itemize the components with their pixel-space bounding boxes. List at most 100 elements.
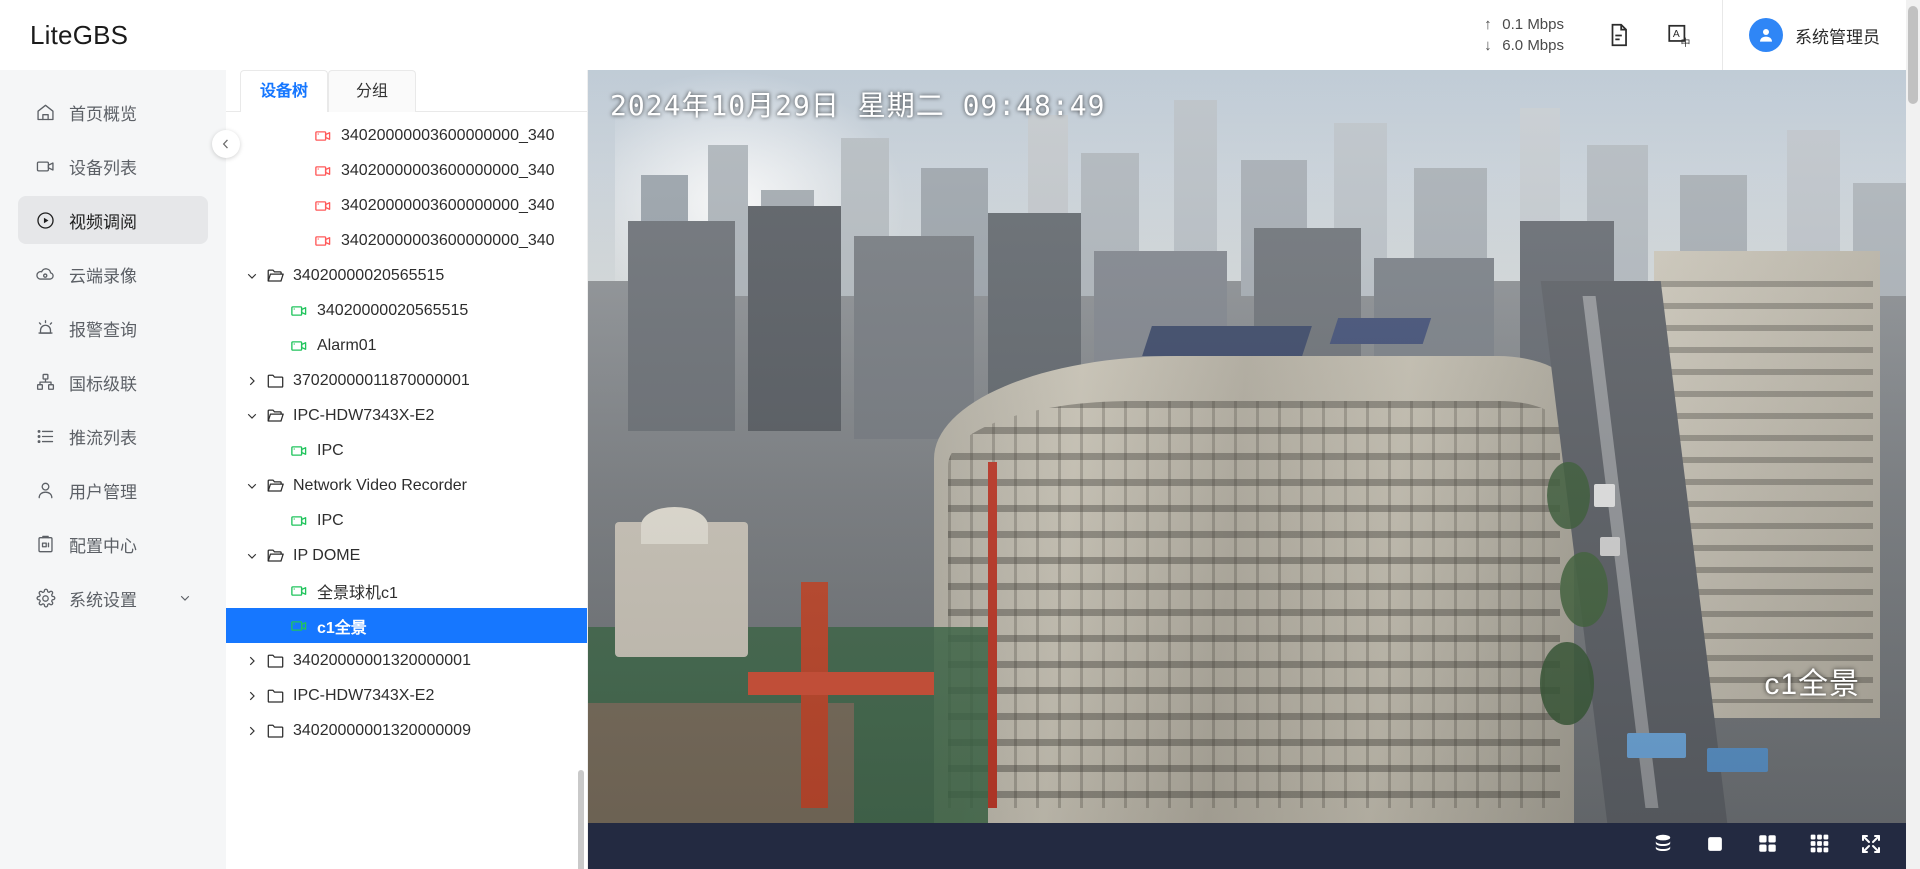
home-icon: [34, 101, 56, 123]
city-aerial-scene: [588, 70, 1920, 823]
user-menu[interactable]: 系统管理员: [1749, 18, 1920, 52]
camera-online-icon: [288, 512, 310, 530]
tree-node-1[interactable]: 34020000003600000000_340: [226, 153, 587, 188]
download-arrow-icon: ↓: [1484, 37, 1492, 54]
sidebar-collapse-toggle[interactable]: [212, 130, 240, 158]
fullscreen-icon: [1859, 832, 1883, 861]
application-root: LiteGBS ↑ 0.1 Mbps ↓ 6.0 Mbps A 中 系统管理员 …: [0, 0, 1920, 869]
tree-node-5[interactable]: 34020000020565515: [226, 293, 587, 328]
tree-node-2[interactable]: 34020000003600000000_340: [226, 188, 587, 223]
tree-expander-icon[interactable]: [240, 374, 264, 388]
upload-arrow-icon: ↑: [1484, 16, 1492, 33]
layout-2x2-button[interactable]: [1744, 823, 1790, 869]
folder-open-icon: [264, 546, 286, 565]
sidebar-item-label: 用户管理: [69, 482, 137, 502]
sidebar-item-8[interactable]: 配置中心: [18, 520, 208, 568]
sidebar-item-7[interactable]: 用户管理: [18, 466, 208, 514]
tree-expander-icon[interactable]: [240, 654, 264, 668]
tab-1[interactable]: 分组: [328, 70, 416, 112]
tree-scrollbar[interactable]: [578, 770, 584, 869]
chevron-down-icon[interactable]: [178, 591, 192, 605]
main-sidebar: 首页概览设备列表视频调阅云端录像报警查询国标级联推流列表用户管理配置中心系统设置: [0, 70, 240, 869]
tree-expander-icon[interactable]: [240, 479, 264, 493]
tree-expander-icon[interactable]: [240, 269, 264, 283]
sidebar-item-label: 推流列表: [69, 428, 137, 448]
cascade-icon: [34, 371, 56, 393]
tree-node-9[interactable]: IPC: [226, 433, 587, 468]
single-view-icon: [1704, 833, 1726, 860]
alarm-icon: [34, 317, 56, 339]
video-player-frame[interactable]: 2024年10月29日 星期二 09:48:49 c1全景: [588, 70, 1920, 869]
tree-expander-icon[interactable]: [240, 409, 264, 423]
sidebar-item-label: 系统设置: [69, 590, 137, 610]
tree-expander-icon[interactable]: [240, 724, 264, 738]
grid-3x3-icon: [1808, 832, 1831, 860]
layout-1x1-button[interactable]: [1692, 823, 1738, 869]
sidebar-item-0[interactable]: 首页概览: [18, 88, 208, 136]
tree-node-12[interactable]: IP DOME: [226, 538, 587, 573]
download-rate-value: 6.0 Mbps: [1502, 37, 1564, 54]
device-tree[interactable]: 34020000003600000000_340 3402000000360000…: [226, 112, 587, 869]
sidebar-item-6[interactable]: 推流列表: [18, 412, 208, 460]
tree-expander-icon[interactable]: [240, 549, 264, 563]
tree-node-8[interactable]: IPC-HDW7343X-E2: [226, 398, 587, 433]
document-icon[interactable]: [1602, 18, 1636, 52]
tree-node-0[interactable]: 34020000003600000000_340: [226, 118, 587, 153]
folder-icon: [264, 651, 286, 670]
camera-online-icon: [288, 337, 310, 355]
sidebar-item-label: 云端录像: [69, 266, 137, 286]
tree-node-label: IPC-HDW7343X-E2: [293, 406, 435, 424]
tree-node-label: 34020000003600000000_340: [341, 196, 555, 214]
tree-node-label: Network Video Recorder: [293, 476, 468, 494]
sidebar-item-label: 国标级联: [69, 374, 137, 394]
sidebar-item-label: 配置中心: [69, 536, 137, 556]
tree-node-label: IPC: [317, 441, 344, 459]
layout-3x3-button[interactable]: [1796, 823, 1842, 869]
tree-node-11[interactable]: IPC: [226, 503, 587, 538]
tree-node-4[interactable]: 34020000020565515: [226, 258, 587, 293]
camera-offline-icon: [312, 232, 334, 250]
tree-node-label: IPC-HDW7343X-E2: [293, 686, 435, 704]
stream-layers-button[interactable]: [1640, 823, 1686, 869]
upload-rate-value: 0.1 Mbps: [1502, 16, 1564, 33]
stack-layers-icon: [1651, 832, 1675, 861]
tab-label: 分组: [355, 83, 388, 100]
tab-label: 设备树: [259, 83, 308, 100]
tree-expander-icon[interactable]: [240, 689, 264, 703]
gear-icon: [34, 587, 56, 609]
network-throughput: ↑ 0.1 Mbps ↓ 6.0 Mbps: [1484, 14, 1564, 56]
folder-open-icon: [264, 476, 286, 495]
fullscreen-button[interactable]: [1848, 823, 1894, 869]
tree-node-14[interactable]: c1全景: [226, 608, 587, 643]
tree-node-16[interactable]: IPC-HDW7343X-E2: [226, 678, 587, 713]
tree-node-label: IP DOME: [293, 546, 361, 564]
sidebar-item-3[interactable]: 云端录像: [18, 250, 208, 298]
page-scrollbar[interactable]: [1906, 0, 1920, 869]
sidebar-item-5[interactable]: 国标级联: [18, 358, 208, 406]
sidebar-item-label: 设备列表: [69, 158, 137, 178]
video-stream-image[interactable]: 2024年10月29日 星期二 09:48:49 c1全景: [588, 70, 1920, 823]
sidebar-item-2[interactable]: 视频调阅: [18, 196, 208, 244]
svg-text:中: 中: [1681, 36, 1691, 48]
tab-0[interactable]: 设备树: [240, 70, 328, 113]
user-name-label: 系统管理员: [1795, 27, 1880, 47]
sidebar-item-1[interactable]: 设备列表: [18, 142, 208, 190]
page-scrollbar-thumb[interactable]: [1908, 6, 1918, 104]
tree-node-17[interactable]: 34020000001320000009: [226, 713, 587, 748]
folder-icon: [264, 686, 286, 705]
sidebar-item-4[interactable]: 报警查询: [18, 304, 208, 352]
config-icon: [34, 533, 56, 555]
tree-node-13[interactable]: 全景球机c1: [226, 573, 587, 608]
header-right-cluster: ↑ 0.1 Mbps ↓ 6.0 Mbps A 中 系统管理员: [1484, 0, 1920, 70]
video-osd-channel-name: c1全景: [1764, 668, 1860, 701]
camera-offline-icon: [312, 127, 334, 145]
folder-open-icon: [264, 406, 286, 425]
language-switch-icon[interactable]: A 中: [1662, 18, 1696, 52]
sidebar-item-label: 首页概览: [69, 104, 137, 124]
tree-node-6[interactable]: Alarm01: [226, 328, 587, 363]
tree-node-15[interactable]: 34020000001320000001: [226, 643, 587, 678]
tree-node-3[interactable]: 34020000003600000000_340: [226, 223, 587, 258]
sidebar-item-9[interactable]: 系统设置: [18, 574, 208, 622]
tree-node-10[interactable]: Network Video Recorder: [226, 468, 587, 503]
tree-node-7[interactable]: 37020000011870000001: [226, 363, 587, 398]
